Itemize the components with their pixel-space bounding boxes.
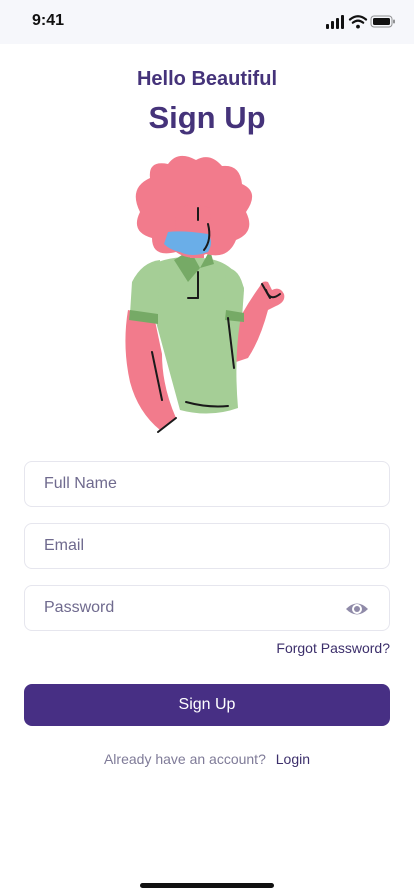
battery-icon xyxy=(370,15,395,28)
sign-up-button[interactable]: Sign Up xyxy=(24,684,390,726)
person-thumbs-up-illustration xyxy=(125,155,285,433)
email-field-container xyxy=(24,523,390,569)
status-bar: 9:41 xyxy=(0,0,414,44)
home-indicator xyxy=(140,883,274,888)
cellular-signal-icon xyxy=(326,15,344,29)
email-input[interactable] xyxy=(25,524,389,568)
status-time: 9:41 xyxy=(32,12,65,29)
eye-icon[interactable] xyxy=(345,599,369,619)
status-icons xyxy=(326,15,395,29)
full-name-input[interactable] xyxy=(25,462,389,506)
password-input[interactable] xyxy=(25,586,389,630)
login-link[interactable]: Login xyxy=(276,751,310,767)
forgot-password-link[interactable]: Forgot Password? xyxy=(276,640,390,656)
page-title: Sign Up xyxy=(148,100,266,135)
login-prompt: Already have an account? Login xyxy=(0,751,414,767)
greeting-text: Hello Beautiful xyxy=(136,68,277,90)
password-field-container xyxy=(24,585,390,631)
login-prompt-text: Already have an account? xyxy=(103,751,266,767)
full-name-field-container xyxy=(24,461,390,507)
wifi-icon xyxy=(348,15,368,29)
